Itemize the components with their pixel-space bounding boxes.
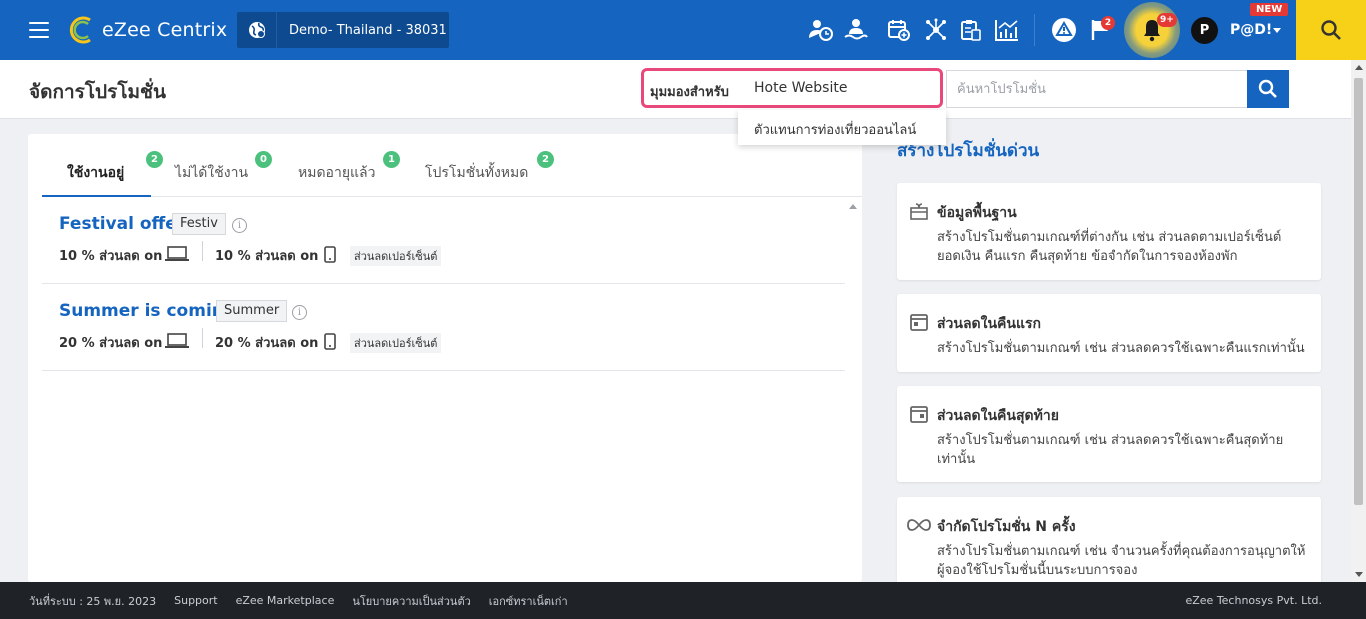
discount-divider <box>202 241 203 261</box>
mobile-discount: 10 % ส่วนลด on <box>215 249 319 264</box>
calendar-last-icon <box>910 406 928 423</box>
footer-link-privacy[interactable]: นโยบายความเป็นส่วนตัว <box>352 592 470 610</box>
tab-expired-count: 1 <box>383 151 400 168</box>
infinity-icon <box>907 519 931 531</box>
user-avatar[interactable]: P <box>1191 17 1218 44</box>
quick-card-last-night[interactable]: ส่วนลดในคืนสุดท้าย สร้างโปรโมชั่นตามเกณฑ… <box>897 386 1321 482</box>
clipboard-icon[interactable] <box>956 15 986 45</box>
quick-card-desc: สร้างโปรโมชั่นตามเกณฑ์ เช่น ส่วนลดควรใช้… <box>937 433 1284 467</box>
page-title: จัดการโปรโมชั่น <box>29 81 166 103</box>
tab-active[interactable]: ใช้งานอยู่ <box>67 162 124 184</box>
chevron-down-icon[interactable] <box>1273 28 1281 33</box>
user-wave-icon[interactable] <box>841 15 871 45</box>
quick-card-desc: สร้างโปรโมชั่นตามเกณฑ์ เช่น จำนวนครั้งที… <box>937 544 1306 578</box>
quick-card-title: ส่วนลดในคืนแรก <box>937 316 1042 332</box>
tab-all-promotions[interactable]: โปรโมชั่นทั้งหมด <box>425 162 528 184</box>
alert-triangle-icon[interactable] <box>1049 15 1079 45</box>
view-for-dropdown-menu: ตัวแทนการท่องเที่ยวออนไลน์ <box>738 110 946 145</box>
scroll-down-arrow-icon[interactable] <box>1355 572 1363 577</box>
notification-count-badge: 9+ <box>1157 13 1177 27</box>
promotion-name[interactable]: Festival offer <box>59 214 185 234</box>
tab-active-count: 2 <box>146 151 163 168</box>
info-icon[interactable]: i <box>232 218 247 233</box>
user-clock-icon[interactable] <box>806 15 836 45</box>
footer-link-marketplace[interactable]: eZee Marketplace <box>236 594 335 607</box>
mobile-phone-icon <box>324 333 336 350</box>
brand-logo[interactable]: eZee Centrix <box>68 13 227 47</box>
mobile-discount: 20 % ส่วนลด on <box>215 336 319 351</box>
discount-type-tag: ส่วนลดเปอร์เซ็นต์ <box>350 246 442 266</box>
footer-link-support[interactable]: Support <box>174 594 217 607</box>
footer: วันที่ระบบ : 25 พ.ย. 2023 Support eZee M… <box>0 582 1366 619</box>
quick-card-title: ส่วนลดในคืนสุดท้าย <box>937 408 1059 424</box>
analytics-icon[interactable] <box>992 15 1022 45</box>
search-icon <box>1321 20 1341 40</box>
promotion-code: Summer <box>216 300 288 322</box>
promotion-row: Festival offer Festiv i 10 % ส่วนลด on 1… <box>42 197 845 284</box>
system-date: วันที่ระบบ : 25 พ.ย. 2023 <box>29 594 157 608</box>
dropdown-option-ota[interactable]: ตัวแทนการท่องเที่ยวออนไลน์ <box>738 110 946 149</box>
page-header: จัดการโปรโมชั่น มุมมองสำหรับ Hote Websit… <box>0 60 1351 119</box>
tab-all-count: 2 <box>537 151 554 168</box>
top-navigation-bar: eZee Centrix Demo- Thailand - 38031 2 9+… <box>0 0 1366 60</box>
desktop-discount: 10 % ส่วนลด on <box>59 249 163 264</box>
tab-inactive-count: 0 <box>255 151 272 168</box>
notification-bell-button[interactable] <box>1124 2 1180 58</box>
quick-promotion-panel: สร้างโปรโมชั่นด่วน ข้อมูลพื้นฐาน สร้างโป… <box>878 119 1351 597</box>
calendar-add-icon[interactable] <box>884 15 914 45</box>
page-scrollbar[interactable] <box>1351 60 1366 582</box>
promotion-list-scrollbar[interactable] <box>846 198 860 582</box>
laptop-icon <box>165 246 189 261</box>
globe-icon <box>237 12 277 48</box>
mobile-phone-icon <box>324 246 336 263</box>
scrollbar-thumb[interactable] <box>1354 78 1363 505</box>
quick-card-basic[interactable]: ข้อมูลพื้นฐาน สร้างโปรโมชั่นตามเกณฑ์ที่ต… <box>897 183 1321 280</box>
promotion-search-button[interactable] <box>1247 70 1289 108</box>
toolbar-separator <box>1034 14 1035 46</box>
hamburger-menu-icon[interactable] <box>29 22 49 38</box>
info-icon[interactable]: i <box>292 305 307 320</box>
quick-card-desc: สร้างโปรโมชั่นตามเกณฑ์ที่ต่างกัน เช่น ส่… <box>937 230 1282 264</box>
brand-name: eZee Centrix <box>102 19 228 41</box>
quick-card-title: ข้อมูลพื้นฐาน <box>937 205 1017 221</box>
new-badge: NEW <box>1250 3 1289 16</box>
ezee-logo-mark-icon <box>68 15 98 45</box>
tab-inactive[interactable]: ไม่ได้ใช้งาน <box>175 162 248 184</box>
footer-link-old-extranet[interactable]: เอกซ์ทราเน็ตเก่า <box>489 592 568 610</box>
gift-icon <box>910 203 928 220</box>
property-selector[interactable]: Demo- Thailand - 38031 <box>237 12 449 48</box>
promotion-code: Festiv <box>172 213 226 235</box>
scroll-up-arrow-icon[interactable] <box>1355 65 1363 70</box>
quick-card-desc: สร้างโปรโมชั่นตามเกณฑ์ เช่น ส่วนลดควรใช้… <box>937 341 1305 356</box>
quick-card-title: จำกัดโปรโมชั่น N ครั้ง <box>937 519 1076 535</box>
quick-card-first-night[interactable]: ส่วนลดในคืนแรก สร้างโปรโมชั่นตามเกณฑ์ เช… <box>897 294 1321 372</box>
calendar-first-icon <box>910 314 928 331</box>
property-name: Demo- Thailand - 38031 <box>289 22 447 38</box>
promotion-list-panel: ใช้งานอยู่ 2 ไม่ได้ใช้งาน 0 หมดอายุแล้ว … <box>28 134 862 582</box>
desktop-discount: 20 % ส่วนลด on <box>59 336 163 351</box>
tab-expired[interactable]: หมดอายุแล้ว <box>298 162 376 184</box>
promotion-row: Summer is coming Summer i 20 % ส่วนลด on… <box>42 284 845 371</box>
view-for-label: มุมมองสำหรับ <box>650 85 729 100</box>
copyright: eZee Technosys Pvt. Ltd. <box>1185 594 1322 607</box>
view-for-select[interactable]: Hote Website <box>742 73 938 105</box>
search-icon <box>1258 79 1277 98</box>
user-name[interactable]: P@D! <box>1230 22 1272 38</box>
promotion-search-input[interactable] <box>946 70 1248 108</box>
discount-divider <box>202 328 203 348</box>
promotion-name[interactable]: Summer is coming <box>59 301 236 321</box>
global-search-button[interactable] <box>1296 0 1366 60</box>
flag-count-badge: 2 <box>1101 16 1115 30</box>
network-icon[interactable] <box>921 15 951 45</box>
laptop-icon <box>165 333 189 348</box>
discount-type-tag: ส่วนลดเปอร์เซ็นต์ <box>350 333 442 353</box>
